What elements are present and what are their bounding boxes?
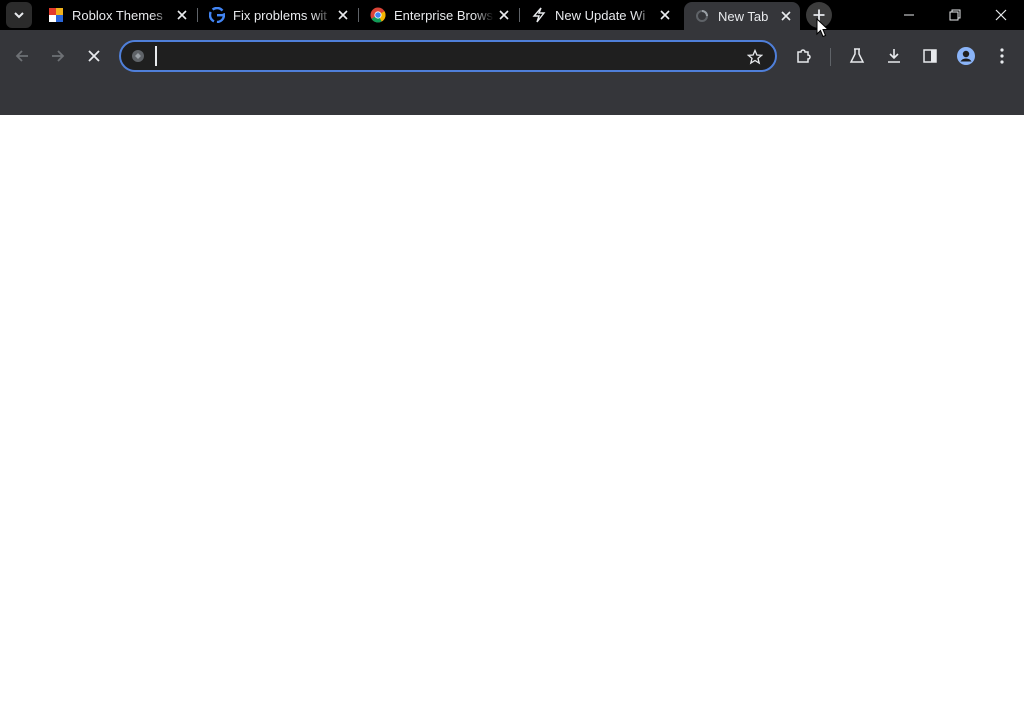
lightning-favicon-icon	[531, 7, 547, 23]
tab-title: Roblox Themes	[72, 7, 163, 23]
labs-button[interactable]	[843, 42, 871, 70]
download-icon	[888, 49, 900, 63]
tab-enterprise-browser[interactable]: Enterprise Brows	[360, 0, 518, 30]
address-input[interactable]	[155, 46, 737, 66]
extensions-button[interactable]	[790, 42, 818, 70]
tab-separator	[197, 8, 198, 22]
bookmark-star-button[interactable]	[745, 47, 765, 67]
tab-new-update[interactable]: New Update Wi	[521, 0, 679, 30]
forward-button[interactable]	[44, 42, 72, 70]
star-icon	[747, 49, 763, 65]
minimize-icon	[904, 14, 914, 16]
minimize-button[interactable]	[886, 0, 932, 30]
tab-roblox-themes[interactable]: Roblox Themes	[38, 0, 196, 30]
close-icon	[995, 9, 1007, 21]
tab-fix-problems[interactable]: Fix problems wit	[199, 0, 357, 30]
tab-title: Enterprise Brows	[394, 7, 493, 23]
tab-title: New Tab	[718, 8, 769, 24]
mouse-cursor-icon	[816, 18, 830, 38]
restore-button[interactable]	[932, 0, 978, 30]
address-bar[interactable]	[119, 40, 777, 72]
arrow-right-icon	[52, 50, 65, 62]
tab-title: Fix problems wit	[233, 7, 327, 23]
tab-title: New Update Wi	[555, 7, 646, 23]
side-panel-icon	[923, 49, 937, 63]
google-favicon-icon	[209, 7, 225, 23]
tab-separator	[519, 8, 520, 22]
tab-search-button[interactable]	[6, 2, 32, 28]
arrow-left-icon	[15, 50, 28, 62]
profile-button[interactable]	[952, 42, 980, 70]
close-window-button[interactable]	[978, 0, 1024, 30]
chevron-down-icon	[14, 12, 24, 19]
title-bar: Roblox Themes Fix problems wit Enterpris…	[0, 0, 1024, 30]
downloads-button[interactable]	[880, 42, 908, 70]
side-panel-button[interactable]	[916, 42, 944, 70]
tab-separator	[358, 8, 359, 22]
tab-new-tab[interactable]: New Tab	[684, 2, 800, 30]
stop-loading-button[interactable]	[80, 42, 108, 70]
page-content	[0, 115, 1024, 722]
back-button[interactable]	[8, 42, 36, 70]
toolbar-separator	[830, 48, 831, 66]
restore-icon	[949, 9, 961, 21]
menu-button[interactable]	[988, 42, 1016, 70]
avatar-icon	[957, 47, 975, 65]
close-icon	[88, 50, 100, 62]
roblox-favicon-icon	[48, 7, 64, 23]
flask-icon	[849, 48, 865, 63]
tab-close-icon[interactable]	[496, 7, 512, 23]
tab-close-icon[interactable]	[174, 7, 190, 23]
tab-close-icon[interactable]	[657, 7, 673, 23]
tab-close-icon[interactable]	[778, 8, 794, 24]
tab-close-icon[interactable]	[335, 7, 351, 23]
puzzle-icon	[797, 49, 811, 63]
chrome-favicon-icon	[370, 7, 386, 23]
more-vertical-icon	[1000, 48, 1004, 64]
site-info-icon[interactable]	[131, 49, 145, 63]
loading-spinner-icon	[694, 8, 710, 24]
